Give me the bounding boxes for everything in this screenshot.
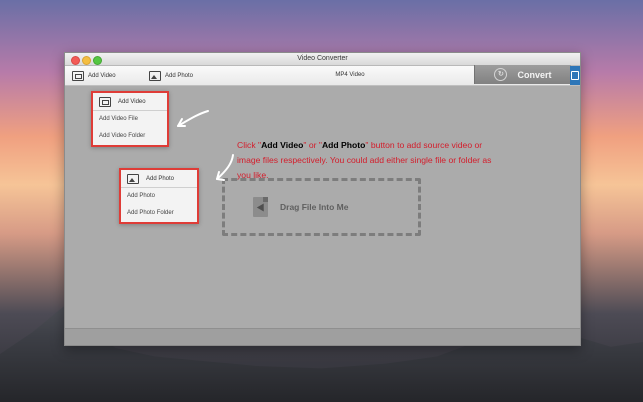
film-icon	[99, 96, 111, 107]
file-drag-icon	[253, 197, 268, 217]
add-photo-menu-header[interactable]: Add Photo	[121, 170, 197, 188]
output-format-selector[interactable]: MP4 Video	[300, 66, 400, 85]
toolbar-add-video-button[interactable]: Add Video	[72, 66, 116, 85]
toolbar-add-video-label: Add Video	[88, 72, 116, 79]
toolbar-add-photo-label: Add Photo	[165, 72, 194, 79]
add-photo-menu-header-label: Add Photo	[146, 175, 175, 182]
drop-zone[interactable]: Drag File Into Me	[222, 178, 421, 236]
bottom-status-bar	[65, 328, 580, 345]
callout-middle: " or "	[303, 140, 322, 150]
add-video-menu: Add Video Add Video File Add Video Folde…	[91, 91, 169, 147]
image-icon	[127, 173, 139, 184]
image-icon	[149, 70, 161, 81]
film-icon	[72, 70, 84, 81]
callout-add-photo: Add Photo	[321, 140, 366, 150]
add-video-folder-item[interactable]: Add Video Folder	[93, 128, 167, 145]
add-video-menu-header[interactable]: Add Video	[93, 93, 167, 111]
list-icon	[571, 71, 579, 80]
callout-add-video: Add Video	[261, 140, 304, 150]
convert-button[interactable]: ↻ Convert	[474, 65, 571, 84]
add-video-menu-header-label: Add Video	[118, 98, 146, 105]
callout-prefix: Click "	[237, 140, 262, 150]
drop-zone-label: Drag File Into Me	[280, 202, 349, 212]
add-photo-item[interactable]: Add Photo	[121, 188, 197, 205]
list-toggle-button[interactable]	[570, 66, 580, 85]
instruction-text: Click "Add Video" or "Add Photo" button …	[237, 138, 507, 183]
arrow-to-video-menu-icon	[177, 110, 209, 127]
toolbar-add-photo-button[interactable]: Add Photo	[149, 66, 193, 85]
add-video-file-item[interactable]: Add Video File	[93, 111, 167, 128]
video-converter-window: Video Converter Add Video Add Photo MP4 …	[64, 52, 581, 346]
refresh-icon: ↻	[494, 68, 508, 81]
add-photo-menu: Add Photo Add Photo Add Photo Folder	[119, 168, 199, 224]
convert-label: Convert	[517, 69, 552, 80]
add-photo-folder-item[interactable]: Add Photo Folder	[121, 205, 197, 222]
window-title: Video Converter	[297, 55, 348, 62]
main-content: Add Video Add Video File Add Video Folde…	[65, 86, 580, 329]
